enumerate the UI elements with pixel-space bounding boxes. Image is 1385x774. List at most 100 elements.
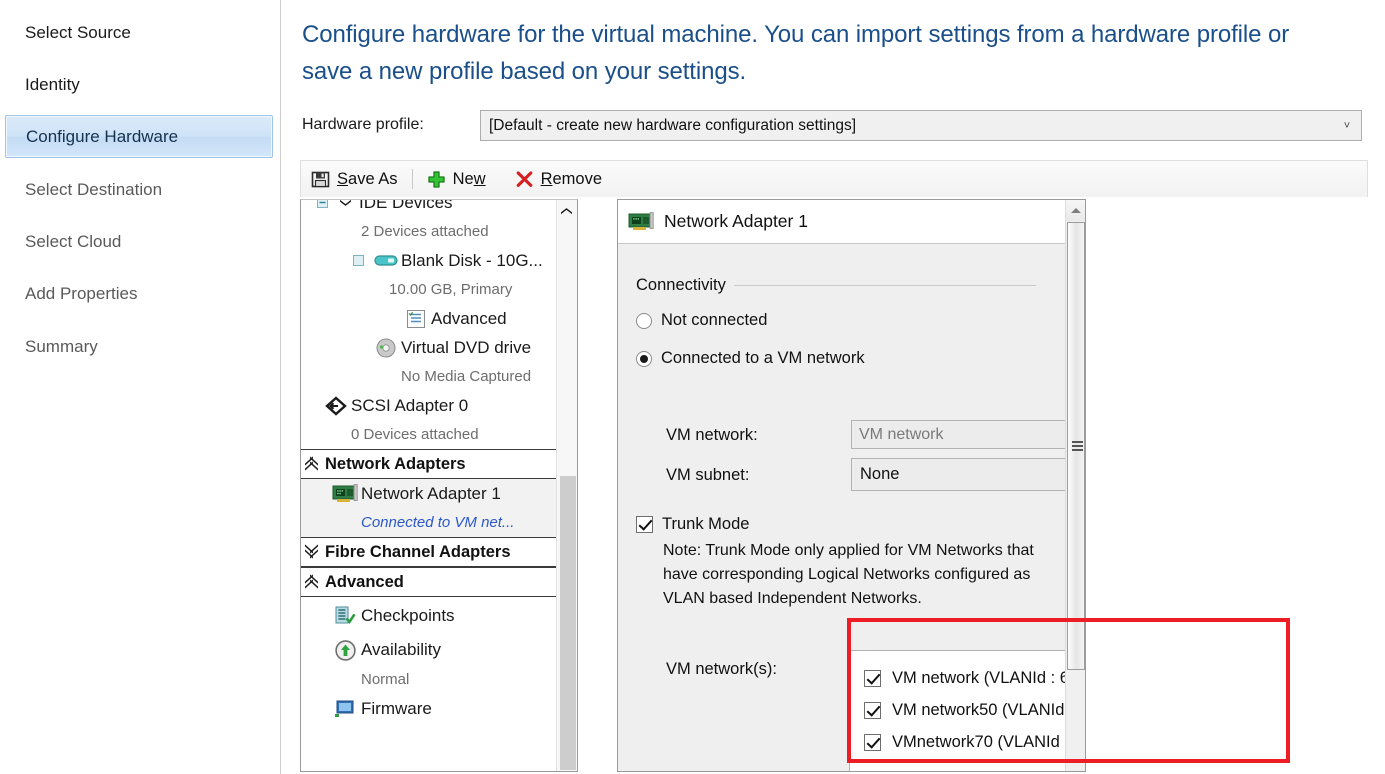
save-as-button[interactable]: Save As [301, 164, 408, 194]
scsi-icon [321, 396, 351, 416]
new-button[interactable]: New [417, 164, 496, 194]
hardware-profile-toolbar: Save As New Remove [300, 160, 1368, 197]
detail-panel-title: Network Adapter 1 [664, 211, 808, 232]
hardware-tree: IDE Devices 2 Devices attached Blan [301, 199, 577, 723]
tree-scrollbar-thumb[interactable] [560, 476, 576, 770]
checkbox-checked-icon[interactable] [864, 702, 881, 719]
radio-button-selected-icon[interactable] [636, 351, 652, 367]
sidebar-item-configure-hardware[interactable]: Configure Hardware [5, 115, 273, 158]
scroll-up-arrow-icon[interactable] [1066, 200, 1085, 221]
tree-node-label: Availability [361, 640, 441, 660]
tree-node-label: SCSI Adapter 0 [351, 396, 468, 416]
chevron-double-up-icon[interactable] [305, 574, 319, 590]
checkbox-checked-icon[interactable] [636, 516, 653, 533]
new-label: New [453, 170, 486, 189]
tree-node-label: IDE Devices [359, 199, 453, 213]
tree-node-network-adapter-1[interactable]: Network Adapter 1 [301, 479, 577, 508]
radio-not-connected[interactable]: Not connected [636, 311, 767, 330]
scrollbar-grip-icon [1072, 441, 1083, 450]
device-detail-panel: Network Adapter 1 Connectivity Not conne… [617, 199, 1086, 772]
tree-node-sublabel: No Media Captured [401, 368, 531, 385]
chevron-down-icon[interactable] [339, 199, 353, 210]
tree-group-fibre-channel-adapters[interactable]: Fibre Channel Adapters [301, 537, 577, 567]
tree-node-checkpoints[interactable]: Checkpoints [301, 597, 577, 635]
remove-label: Remove [541, 170, 602, 189]
tree-node-label: Network Adapter 1 [361, 484, 501, 504]
detail-scrollbar[interactable] [1065, 200, 1085, 771]
plus-icon [427, 170, 446, 189]
page-title: Configure hardware for the virtual machi… [302, 16, 1342, 90]
chevron-double-up-icon[interactable] [305, 456, 319, 472]
tree-node-label: Advanced [431, 309, 507, 329]
tree-node-disk-advanced[interactable]: Advanced [301, 304, 577, 333]
vm-network-option-label: VMnetwork70 (VLANId : 70) [892, 733, 1086, 752]
list-item[interactable]: VMnetwork70 (VLANId : 70) [864, 726, 1086, 758]
tree-node-label: Virtual DVD drive [401, 338, 531, 358]
expander-box-icon[interactable] [309, 199, 335, 208]
tree-group-advanced[interactable]: Advanced [301, 567, 577, 597]
tree-node-availability[interactable]: Availability [301, 635, 577, 665]
sidebar-item-label: Summary [25, 337, 98, 357]
hardware-profile-value: [Default - create new hardware configura… [481, 117, 1339, 135]
chevron-down-icon: ˅ [1339, 120, 1361, 132]
tree-node-virtual-dvd[interactable]: Virtual DVD drive [301, 333, 577, 362]
vm-subnet-label: VM subnet: [666, 466, 749, 485]
radio-button-icon[interactable] [636, 313, 652, 329]
vm-networks-label: VM network(s): [666, 660, 777, 679]
sidebar-item-label: Add Properties [25, 284, 137, 304]
sidebar-item-identity[interactable]: Identity [5, 63, 273, 106]
sidebar-item-select-destination[interactable]: Select Destination [5, 168, 273, 211]
chevron-double-down-icon[interactable] [305, 544, 319, 560]
list-item[interactable]: VM network50 (VLANId : 50) [864, 694, 1086, 726]
tree-node-ide-devices[interactable]: IDE Devices [301, 199, 577, 217]
vm-networks-checkbox-list[interactable]: VM network (VLANId : 60) VM network50 (V… [849, 650, 1086, 772]
radio-not-connected-label: Not connected [661, 311, 767, 330]
tree-node-availability-sub: Normal [301, 665, 577, 694]
connectivity-group-label: Connectivity [636, 276, 726, 295]
vm-subnet-value: None [860, 465, 1086, 484]
hardware-profile-row: Hardware profile: [Default - create new … [302, 110, 1362, 142]
radio-connected-to-vm-network[interactable]: Connected to a VM network [636, 349, 865, 368]
expander-box-icon[interactable] [345, 255, 371, 266]
vm-network-input[interactable]: VM network [851, 420, 1086, 449]
tree-scrollbar[interactable] [556, 200, 577, 771]
vm-subnet-dropdown[interactable]: None ˅ [851, 458, 1086, 491]
checkbox-checked-icon[interactable] [864, 734, 881, 751]
sidebar-item-label: Select Destination [25, 180, 162, 200]
trunk-mode-checkbox-row[interactable]: Trunk Mode [636, 515, 749, 534]
tree-node-blank-disk[interactable]: Blank Disk - 10G... [301, 246, 577, 275]
tree-group-network-adapters[interactable]: Network Adapters [301, 449, 577, 479]
tree-node-label: Blank Disk - 10G... [401, 251, 543, 271]
trunk-mode-note: Note: Trunk Mode only applied for VM Net… [663, 539, 1068, 611]
red-x-icon [515, 170, 534, 189]
tree-node-scsi-adapter[interactable]: SCSI Adapter 0 [301, 391, 577, 420]
checkpoints-icon [329, 605, 361, 627]
hardware-profile-dropdown[interactable]: [Default - create new hardware configura… [480, 110, 1362, 141]
tree-node-ide-devices-sub: 2 Devices attached [301, 217, 577, 246]
toolbar-separator [412, 169, 413, 189]
sidebar-item-label: Select Cloud [25, 232, 121, 252]
tree-group-label: Network Adapters [325, 455, 466, 474]
disk-icon [371, 252, 401, 269]
sidebar-item-select-source[interactable]: Select Source [5, 11, 273, 54]
tree-node-label: Firmware [361, 699, 432, 719]
tree-node-firmware[interactable]: Firmware [301, 694, 577, 723]
wizard-step-nav: Select Source Identity Configure Hardwar… [0, 0, 281, 774]
availability-icon [329, 639, 361, 662]
sidebar-item-add-properties[interactable]: Add Properties [5, 272, 273, 315]
advanced-icon [401, 309, 431, 329]
sidebar-item-label: Select Source [25, 23, 131, 43]
tree-node-virtual-dvd-sub: No Media Captured [301, 362, 577, 391]
sidebar-item-select-cloud[interactable]: Select Cloud [5, 220, 273, 263]
tree-node-sublabel: 10.00 GB, Primary [389, 281, 512, 298]
detail-scrollbar-thumb[interactable] [1067, 222, 1085, 670]
sidebar-item-summary[interactable]: Summary [5, 325, 273, 368]
scroll-up-arrow-icon[interactable] [557, 200, 577, 222]
remove-button[interactable]: Remove [505, 164, 612, 194]
group-divider [734, 285, 1036, 286]
hardware-tree-panel[interactable]: IDE Devices 2 Devices attached Blan [300, 199, 578, 772]
radio-connected-label: Connected to a VM network [661, 349, 865, 368]
tree-node-sublabel: Connected to VM net... [361, 514, 514, 531]
checkbox-checked-icon[interactable] [864, 670, 881, 687]
list-item[interactable]: VM network (VLANId : 60) [864, 662, 1086, 694]
